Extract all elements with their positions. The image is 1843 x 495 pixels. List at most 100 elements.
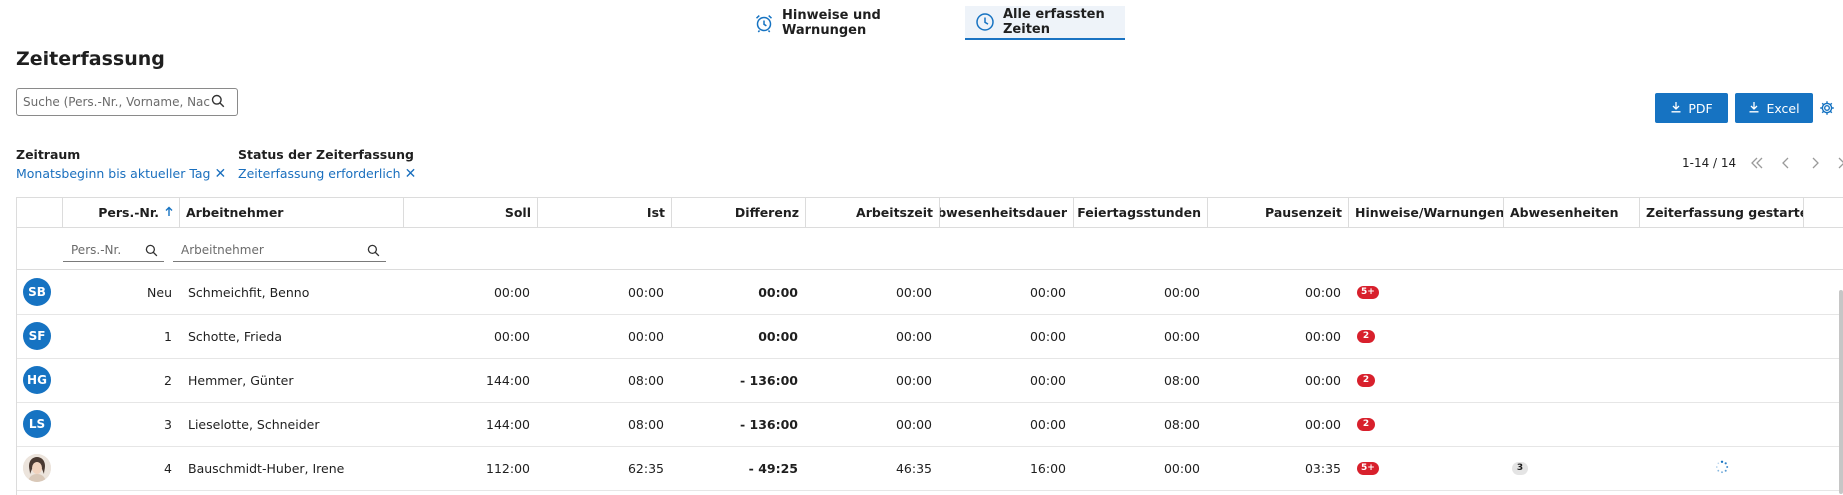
ist-cell: 00:00 [627, 328, 664, 344]
soll-cell: 00:00 [493, 284, 530, 300]
persnr-cell: Neu [147, 284, 172, 300]
warning-badge[interactable]: 2 [1357, 417, 1375, 431]
hinweise-cell: 2 [1349, 358, 1504, 402]
export-excel-button[interactable]: Excel [1735, 93, 1813, 123]
column-filter-row [17, 228, 1843, 270]
arbeitszeit-cell: 00:00 [895, 284, 932, 300]
header-persnr-label: Pers.-Nr. [98, 205, 159, 220]
persnr-cell: 3 [164, 416, 172, 432]
warning-badge[interactable]: 5+ [1357, 461, 1379, 475]
close-icon[interactable]: ✕ [215, 167, 227, 181]
table-row[interactable]: HG 2 Hemmer, Günter 144:00 08:00 - 136:0… [17, 358, 1843, 403]
filter-chip-zeitraum: Monatsbeginn bis aktueller Tag ✕ [16, 166, 226, 181]
arbeitszeit-cell: 00:00 [895, 416, 932, 432]
alarm-clock-icon [754, 13, 774, 33]
persnr-cell: 2 [164, 372, 172, 388]
hinweise-cell: 2 [1349, 402, 1504, 446]
differenz-cell: - 49:25 [748, 460, 798, 476]
filter-chip-status: Zeiterfassung erforderlich ✕ [238, 166, 416, 181]
arbeitnehmer-cell: Lieselotte, Schneider [188, 416, 320, 432]
header-abwesenheiten[interactable]: Abwesenheiten [1504, 198, 1640, 227]
arbeitnehmer-filter [173, 239, 386, 262]
persnr-filter-input[interactable] [63, 243, 141, 257]
search-icon[interactable] [145, 244, 158, 257]
header-arbeitszeit[interactable]: Arbeitszeit [806, 198, 940, 227]
export-pdf-button[interactable]: PDF [1655, 93, 1728, 123]
first-page-icon[interactable] [1742, 157, 1771, 169]
pausenzeit-cell: 00:00 [1304, 372, 1341, 388]
header-soll[interactable]: Soll [404, 198, 538, 227]
avatar: HG [23, 366, 51, 394]
clock-icon [975, 12, 995, 32]
search-input[interactable] [23, 95, 211, 109]
feiertagsstunden-cell: 00:00 [1163, 328, 1200, 344]
filter-value-status[interactable]: Zeiterfassung erforderlich [238, 166, 401, 181]
header-differenz[interactable]: Differenz [672, 198, 806, 227]
persnr-cell: 4 [164, 460, 172, 476]
arbeitnehmer-cell: Schmeichfit, Benno [188, 284, 310, 300]
close-icon[interactable]: ✕ [405, 167, 417, 181]
table-row[interactable]: SB Neu Schmeichfit, Benno 00:00 00:00 00… [17, 270, 1843, 315]
absence-count-badge[interactable]: 3 [1512, 461, 1528, 475]
page-title: Zeiterfassung [16, 48, 165, 70]
differenz-cell: - 136:00 [739, 372, 798, 388]
header-hinweise[interactable]: Hinweise/Warnungen [1349, 198, 1504, 227]
feiertagsstunden-cell: 00:00 [1163, 460, 1200, 476]
header-pausenzeit[interactable]: Pausenzeit [1208, 198, 1349, 227]
feiertagsstunden-cell: 00:00 [1163, 284, 1200, 300]
avatar: SF [23, 322, 51, 350]
abwesenheitsdauer-cell: 00:00 [1029, 284, 1066, 300]
search-box [16, 88, 238, 116]
filter-value-zeitraum[interactable]: Monatsbeginn bis aktueller Tag [16, 166, 211, 181]
filter-label-zeitraum: Zeitraum [16, 147, 81, 162]
pausenzeit-cell: 03:35 [1304, 460, 1341, 476]
arbeitszeit-cell: 00:00 [895, 328, 932, 344]
warning-badge[interactable]: 5+ [1357, 285, 1379, 299]
header-zeiterfassung-gestartet[interactable]: Zeiterfassung gestartet [1640, 198, 1804, 227]
arbeitnehmer-filter-input[interactable] [173, 243, 361, 257]
feiertagsstunden-cell: 08:00 [1163, 416, 1200, 432]
header-arbeitnehmer[interactable]: Arbeitnehmer [180, 198, 404, 227]
table-scrollbar[interactable] [1839, 290, 1843, 494]
view-tabs: Hinweise und Warnungen Alle erfassten Ze… [0, 0, 1843, 40]
soll-cell: 112:00 [486, 460, 530, 476]
header-abwesenheitsdauer[interactable]: Abwesenheitsdauer [940, 198, 1074, 227]
table-row[interactable]: LS 3 Lieselotte, Schneider 144:00 08:00 … [17, 402, 1843, 447]
tab-hinweise-und-warnungen[interactable]: Hinweise und Warnungen [744, 6, 940, 40]
gear-icon[interactable] [1819, 100, 1835, 120]
hinweise-cell: 5+ [1349, 446, 1504, 490]
download-icon [1748, 101, 1760, 116]
soll-cell: 00:00 [493, 328, 530, 344]
avatar-cell: SF [23, 314, 63, 358]
hinweise-cell: 2 [1349, 314, 1504, 358]
soll-cell: 144:00 [486, 372, 530, 388]
arbeitszeit-cell: 46:35 [895, 460, 932, 476]
previous-page-icon[interactable] [1771, 157, 1800, 169]
header-persnr[interactable]: Pers.-Nr. [63, 198, 180, 227]
page-count: 1-14 / 14 [1682, 156, 1737, 170]
header-ist[interactable]: Ist [538, 198, 672, 227]
warning-badge[interactable]: 2 [1357, 329, 1375, 343]
tab-alle-erfassten-zeiten[interactable]: Alle erfassten Zeiten [965, 6, 1125, 40]
search-icon[interactable] [367, 244, 380, 257]
arbeitnehmer-cell: Schotte, Frieda [188, 328, 282, 344]
avatar-cell [23, 446, 63, 490]
abwesenheitsdauer-cell: 16:00 [1029, 460, 1066, 476]
export-excel-label: Excel [1766, 100, 1800, 116]
header-feiertagsstunden[interactable]: Feiertagsstunden [1074, 198, 1208, 227]
soll-cell: 144:00 [486, 416, 530, 432]
avatar: SB [23, 278, 51, 306]
zeiterfassung-gestartet-cell [1640, 446, 1804, 490]
search-icon[interactable] [211, 93, 225, 112]
next-page-icon[interactable] [1800, 157, 1829, 169]
filter-label-status: Status der Zeiterfassung [238, 147, 414, 162]
pausenzeit-cell: 00:00 [1304, 284, 1341, 300]
hinweise-cell: 5+ [1349, 270, 1504, 314]
last-page-icon[interactable] [1829, 157, 1843, 169]
warning-badge[interactable]: 2 [1357, 373, 1375, 387]
arbeitszeit-cell: 00:00 [895, 372, 932, 388]
table-row[interactable]: SF 1 Schotte, Frieda 00:00 00:00 00:00 0… [17, 314, 1843, 359]
table-row[interactable]: 4 Bauschmidt-Huber, Irene 112:00 62:35 -… [17, 446, 1843, 491]
sort-ascending-icon[interactable] [165, 205, 173, 220]
ist-cell: 08:00 [627, 416, 664, 432]
